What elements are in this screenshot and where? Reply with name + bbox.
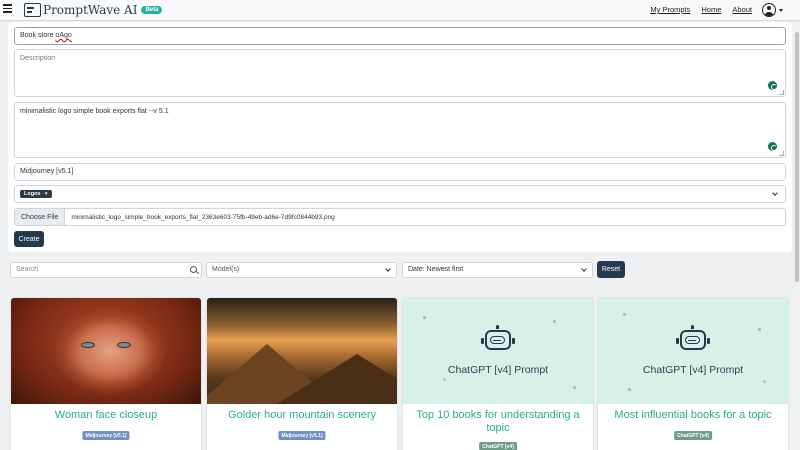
model-input[interactable]: Midjourney [v5.1] xyxy=(14,163,786,181)
model-text: Midjourney [v5.1] xyxy=(20,168,74,175)
nav-about[interactable]: About xyxy=(732,5,752,14)
scroll-thumb[interactable] xyxy=(795,32,799,282)
eye xyxy=(117,342,131,348)
file-input[interactable]: Choose File minimalistic_logo_simple_boo… xyxy=(14,208,786,226)
brand[interactable]: PromptWave AI Beta xyxy=(24,1,163,19)
model-badge: Midjourney [v5.1] xyxy=(82,431,130,440)
description-textarea[interactable]: Description xyxy=(14,49,786,97)
placeholder-label: ChatGPT [v4] Prompt xyxy=(642,364,744,376)
nav-home[interactable]: Home xyxy=(701,5,721,14)
prompt-card[interactable]: Golder hour mountain scenery Midjourney … xyxy=(206,297,398,450)
file-name: minimalistic_logo_simple_book_exports_fl… xyxy=(71,213,335,221)
card-title[interactable]: Golder hour mountain scenery xyxy=(215,409,389,422)
prompt-textarea[interactable]: minimalistic logo simple book exports fl… xyxy=(14,102,786,158)
prompt-text: minimalistic logo simple book exports fl… xyxy=(20,108,169,115)
create-button[interactable]: Create xyxy=(14,231,44,247)
card-title[interactable]: Top 10 books for understanding a topic xyxy=(411,409,585,435)
chevron-down-icon xyxy=(581,266,587,272)
chevron-down-icon[interactable] xyxy=(772,190,778,196)
placeholder-label: ChatGPT [v4] Prompt xyxy=(447,364,549,376)
prompt-card[interactable]: Woman face closeup Midjourney [v5.1] xyxy=(10,297,202,450)
prompt-card[interactable]: ChatGPT [v4] Prompt Top 10 books for und… xyxy=(402,297,594,450)
model-badge: Midjourney [v5.1] xyxy=(278,431,326,440)
user-menu[interactable] xyxy=(762,3,783,17)
beta-badge: Beta xyxy=(141,6,163,14)
chevron-down-icon xyxy=(385,266,391,272)
user-circle-icon xyxy=(762,3,776,17)
date-value: Date: Newest first xyxy=(408,266,464,273)
card-image-portrait xyxy=(11,298,201,404)
mountain-shape xyxy=(277,354,397,404)
grammarly-icon[interactable] xyxy=(768,81,777,90)
resize-handle[interactable] xyxy=(779,90,784,95)
create-prompt-form: Book store oAgo Description minimalistic… xyxy=(8,22,792,252)
choose-file-button[interactable]: Choose File xyxy=(15,209,66,225)
models-select[interactable]: Model(s) xyxy=(206,262,397,278)
reset-button[interactable]: Reset xyxy=(597,261,625,278)
robot-icon xyxy=(481,325,515,350)
model-badge: ChatGPT [v4] xyxy=(479,442,517,450)
card-title[interactable]: Woman face closeup xyxy=(19,409,193,422)
title-misspelled: oAgo xyxy=(55,32,72,39)
card-image-placeholder: ChatGPT [v4] Prompt xyxy=(598,298,788,404)
models-value: Model(s) xyxy=(212,266,240,273)
page-scrollbar[interactable] xyxy=(794,22,800,450)
eye xyxy=(81,342,95,348)
logo-icon xyxy=(24,3,41,17)
model-badge: ChatGPT [v4] xyxy=(674,431,712,440)
card-title[interactable]: Most influential books for a topic xyxy=(606,409,780,422)
search-input[interactable]: Search xyxy=(10,262,202,278)
caret-down-icon xyxy=(779,8,783,12)
date-sort-select[interactable]: Date: Newest first xyxy=(402,262,593,278)
title-input[interactable]: Book store oAgo xyxy=(14,27,786,45)
nav-my-prompts[interactable]: My Prompts xyxy=(650,5,690,14)
robot-icon xyxy=(676,325,710,350)
grammarly-icon[interactable] xyxy=(768,142,777,151)
search-placeholder: Search xyxy=(16,266,39,273)
description-placeholder: Description xyxy=(20,55,56,62)
navbar: PromptWave AI Beta My Prompts Home About xyxy=(0,0,800,21)
card-image-landscape xyxy=(207,298,397,404)
tags-select[interactable]: Logos × xyxy=(14,185,786,203)
card-image-placeholder: ChatGPT [v4] Prompt xyxy=(403,298,593,404)
nav-links: My Prompts Home About xyxy=(650,5,752,14)
brand-name: PromptWave AI xyxy=(43,3,138,17)
hamburger-icon[interactable] xyxy=(3,4,12,13)
prompt-card[interactable]: ChatGPT [v4] Prompt Most influential boo… xyxy=(597,297,789,450)
tag-chip[interactable]: Logos × xyxy=(20,190,52,198)
search-icon[interactable] xyxy=(190,266,197,273)
title-text: Book store xyxy=(20,32,56,39)
tag-label: Logos xyxy=(24,191,41,197)
tag-remove-icon[interactable]: × xyxy=(45,191,48,197)
resize-handle[interactable] xyxy=(779,151,784,156)
